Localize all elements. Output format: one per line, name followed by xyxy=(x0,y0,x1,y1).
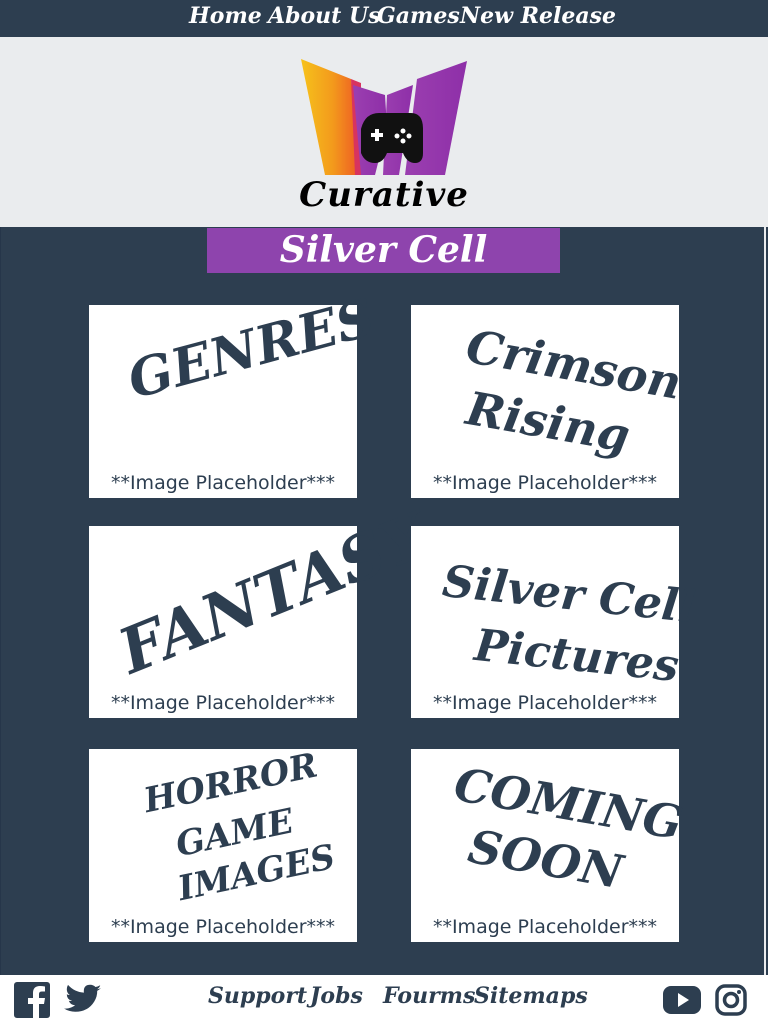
image-placeholder-caption: **Image Placeholder*** xyxy=(110,472,336,494)
footer-link-support[interactable]: Support xyxy=(208,983,307,1009)
card-coming-soon[interactable]: COMING SOON **Image Placeholder*** xyxy=(411,749,687,942)
site-footer: Support Jobs Fourms Sitemaps xyxy=(0,975,768,1024)
site-header: Curative xyxy=(0,37,768,227)
logo-icon[interactable] xyxy=(295,57,475,177)
youtube-icon[interactable] xyxy=(663,986,701,1014)
card-title: GENRES xyxy=(121,286,381,412)
facebook-icon[interactable] xyxy=(14,982,50,1018)
footer-link-jobs[interactable]: Jobs xyxy=(310,983,363,1009)
nav-link-games[interactable]: Games xyxy=(377,3,460,29)
card-title: FANTASY xyxy=(108,498,438,689)
image-placeholder-caption: **Image Placeholder*** xyxy=(432,472,658,494)
image-placeholder-caption: **Image Placeholder*** xyxy=(432,916,658,938)
image-placeholder-caption: **Image Placeholder*** xyxy=(110,916,336,938)
brand-name: Curative xyxy=(299,175,469,215)
nav-link-home[interactable]: Home xyxy=(189,3,262,29)
top-nav: Home About Us Games New Release xyxy=(0,0,768,38)
page-title-banner: Silver Cell xyxy=(207,228,560,273)
footer-link-fourms[interactable]: Fourms xyxy=(383,983,475,1009)
image-placeholder-caption: **Image Placeholder*** xyxy=(432,692,658,714)
image-placeholder-caption: **Image Placeholder*** xyxy=(110,692,336,714)
nav-link-about-us[interactable]: About Us xyxy=(268,3,381,29)
card-horror-game-images[interactable]: HORROR GAME IMAGES **Image Placeholder**… xyxy=(89,745,357,942)
card-crimson-rising[interactable]: Crimson Rising **Image Placeholder*** xyxy=(411,305,685,498)
twitter-icon[interactable] xyxy=(64,984,102,1016)
card-fantasy[interactable]: FANTASY **Image Placeholder*** xyxy=(89,499,437,718)
card-title-line-2: Pictures xyxy=(472,620,682,693)
footer-link-sitemaps[interactable]: Sitemaps xyxy=(474,983,588,1009)
card-title-line-1: HORROR xyxy=(140,745,321,822)
card-genres[interactable]: GENRES **Image Placeholder*** xyxy=(89,287,381,498)
card-silver-cell-pictures[interactable]: Silver Cell Pictures **Image Placeholder… xyxy=(411,526,698,718)
instagram-icon[interactable] xyxy=(715,984,747,1016)
nav-link-new-release[interactable]: New Release xyxy=(460,3,616,29)
